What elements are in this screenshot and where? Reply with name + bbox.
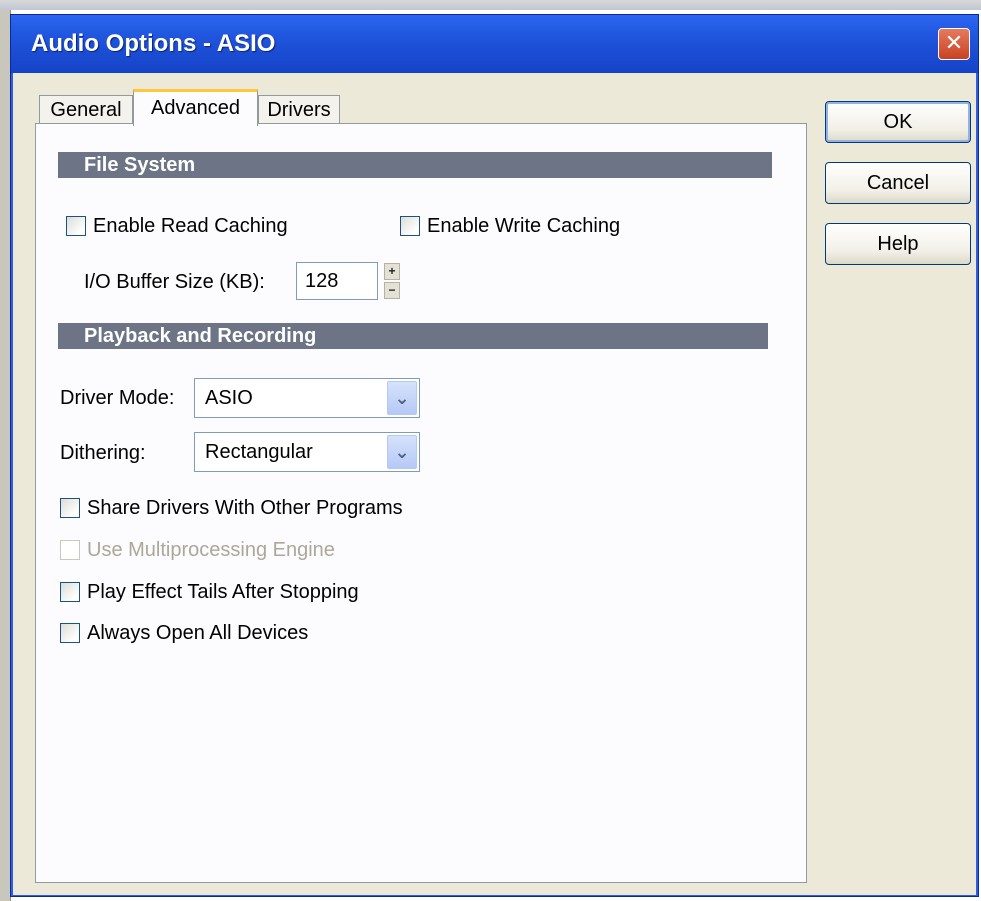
driver-mode-value: ASIO: [205, 387, 253, 409]
checkbox-box[interactable]: [60, 623, 80, 643]
chevron-down-icon[interactable]: ⌄: [387, 435, 417, 469]
advanced-tab-panel: File System Enable Read Caching Enable W…: [35, 123, 807, 883]
share-drivers-label: Share Drivers With Other Programs: [87, 496, 403, 519]
io-buffer-spinner: + −: [384, 263, 400, 299]
close-button[interactable]: ✕: [938, 28, 970, 60]
dialog-client-area: General Advanced Drivers File System Ena…: [13, 73, 976, 895]
window-title: Audio Options - ASIO: [31, 30, 276, 57]
tab-drivers[interactable]: Drivers: [258, 95, 340, 125]
checkbox-box[interactable]: [60, 582, 80, 602]
audio-options-dialog: Audio Options - ASIO ✕ General Advanced …: [10, 14, 979, 897]
chevron-down-icon[interactable]: ⌄: [387, 381, 417, 415]
dithering-value: Rectangular: [205, 441, 313, 463]
spin-down-button[interactable]: −: [384, 282, 400, 299]
enable-write-caching-checkbox[interactable]: Enable Write Caching: [400, 214, 620, 238]
title-bar[interactable]: Audio Options - ASIO ✕: [11, 15, 978, 73]
screen: Audio Options - ASIO ✕ General Advanced …: [0, 0, 981, 901]
share-drivers-checkbox[interactable]: Share Drivers With Other Programs: [60, 496, 403, 520]
enable-read-caching-checkbox[interactable]: Enable Read Caching: [66, 214, 288, 238]
driver-mode-select[interactable]: ASIO ⌄: [194, 378, 420, 418]
file-system-heading: File System: [58, 152, 772, 178]
checkbox-box[interactable]: [60, 498, 80, 518]
help-button[interactable]: Help: [825, 223, 971, 265]
tab-general[interactable]: General: [39, 95, 133, 125]
multiprocessing-engine-label: Use Multiprocessing Engine: [87, 538, 335, 561]
checkbox-box[interactable]: [400, 216, 420, 236]
always-open-devices-checkbox[interactable]: Always Open All Devices: [60, 621, 308, 645]
enable-write-caching-label: Enable Write Caching: [427, 214, 621, 237]
background-window-strip: [0, 0, 981, 10]
enable-read-caching-label: Enable Read Caching: [93, 214, 288, 237]
cancel-button[interactable]: Cancel: [825, 162, 971, 204]
io-buffer-size-label: I/O Buffer Size (KB):: [84, 271, 265, 293]
dithering-label: Dithering:: [60, 442, 146, 464]
driver-mode-label: Driver Mode:: [60, 387, 175, 409]
checkbox-box[interactable]: [66, 216, 86, 236]
spin-up-button[interactable]: +: [384, 263, 400, 280]
playback-recording-heading: Playback and Recording: [58, 323, 768, 349]
always-open-devices-label: Always Open All Devices: [87, 621, 309, 644]
play-effect-tails-label: Play Effect Tails After Stopping: [87, 580, 359, 603]
dithering-select[interactable]: Rectangular ⌄: [194, 432, 420, 472]
tab-advanced[interactable]: Advanced: [133, 89, 258, 126]
close-icon: ✕: [944, 30, 964, 55]
multiprocessing-engine-checkbox: Use Multiprocessing Engine: [60, 538, 335, 562]
checkbox-box: [60, 540, 80, 560]
play-effect-tails-checkbox[interactable]: Play Effect Tails After Stopping: [60, 580, 359, 604]
io-buffer-size-input[interactable]: 128: [296, 262, 378, 300]
ok-button[interactable]: OK: [825, 101, 971, 143]
